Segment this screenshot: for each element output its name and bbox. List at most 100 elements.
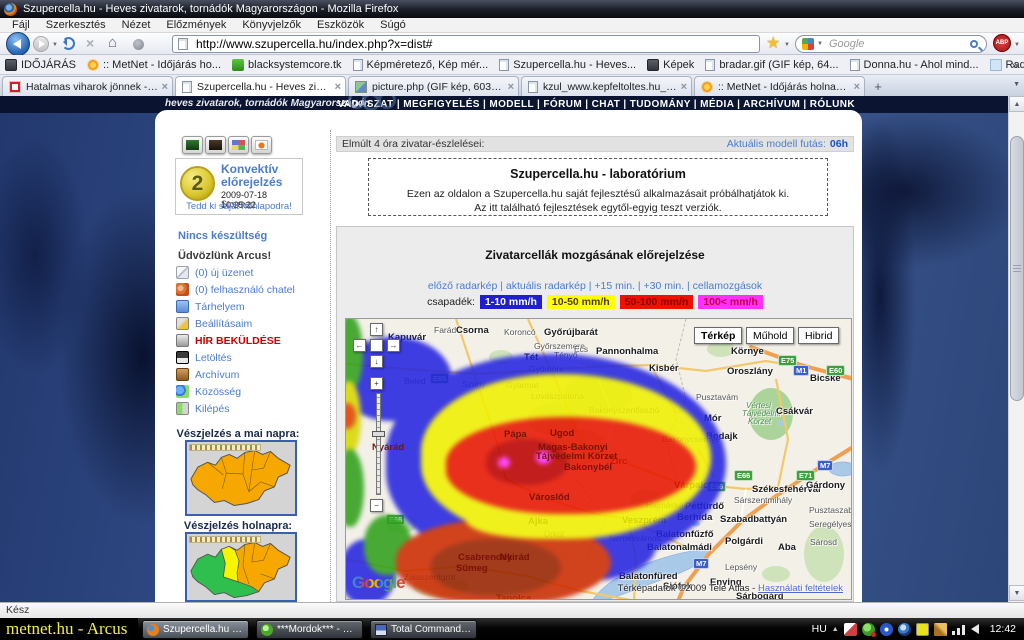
- sidebar-menu-item[interactable]: Tárhelyem: [176, 298, 321, 315]
- radar-links[interactable]: előző radarkép | aktuális radarkép | +15…: [336, 280, 854, 292]
- tray-updater-icon[interactable]: [916, 623, 929, 636]
- warning-map-tomorrow[interactable]: [185, 532, 297, 602]
- recent-storms-label[interactable]: Elmúlt 4 óra zivatar-észlelései:: [342, 138, 484, 150]
- bookmarks-overflow-icon[interactable]: »: [1011, 58, 1018, 72]
- bookmark-star-icon[interactable]: ★: [766, 33, 780, 53]
- url-text[interactable]: http://www.szupercella.hu/index.php?x=di…: [196, 37, 432, 51]
- taskbar-window-button[interactable]: ***Mordok*** - Ciklo...: [256, 620, 363, 639]
- browser-tab[interactable]: picture.php (GIF kép, 603x512 képp... ×: [348, 76, 519, 96]
- tray-brush-icon[interactable]: [934, 623, 947, 636]
- bookmark-item[interactable]: Képméretező, Kép mér...: [353, 59, 489, 71]
- pan-center-button[interactable]: [370, 339, 383, 352]
- forward-button[interactable]: [33, 36, 49, 52]
- sidebar-menu-item[interactable]: Közösség: [176, 383, 321, 400]
- sidebar-theme-button-1[interactable]: [182, 136, 203, 154]
- bookmark-item[interactable]: :: MetNet - Időjárás ho...: [87, 59, 221, 71]
- taskbar-window-button[interactable]: Szupercella.hu - Hev...: [142, 620, 249, 639]
- tab-close-icon[interactable]: ×: [854, 81, 860, 93]
- home-icon[interactable]: ⌂: [108, 34, 117, 51]
- tab-close-icon[interactable]: ×: [162, 81, 168, 93]
- sidebar-menu-item[interactable]: Archívum: [176, 366, 321, 383]
- zoom-slider-thumb[interactable]: [372, 431, 385, 437]
- adblock-icon[interactable]: ABP: [993, 34, 1011, 52]
- menu-item[interactable]: Eszközök: [309, 19, 372, 31]
- tray-shield-icon[interactable]: [898, 623, 911, 636]
- bookmark-item[interactable]: Képek: [647, 59, 694, 71]
- tab-close-icon[interactable]: ×: [681, 81, 687, 93]
- pan-down-button[interactable]: ↓: [370, 355, 383, 368]
- warning-map-today[interactable]: [185, 440, 297, 516]
- adblock-dropdown-icon[interactable]: ▼: [1014, 42, 1020, 48]
- list-all-tabs-icon[interactable]: ▼: [1013, 81, 1020, 88]
- menu-item[interactable]: Könyvjelzők: [234, 19, 309, 31]
- menu-item[interactable]: Nézet: [114, 19, 159, 31]
- taskbar-window-button[interactable]: Total Commander 7....: [370, 620, 477, 639]
- bookmark-dropdown-icon[interactable]: ▼: [784, 42, 790, 48]
- zoom-out-button[interactable]: −: [370, 499, 383, 512]
- tray-c-icon[interactable]: [880, 623, 893, 636]
- radar-map[interactable]: FarádCsornaKapuvárKoroncóGyőrújbarátGyőr…: [345, 318, 852, 600]
- zoom-in-button[interactable]: +: [370, 377, 383, 390]
- toolbar-extra-icon[interactable]: [133, 39, 144, 50]
- search-engine-dropdown-icon[interactable]: ▼: [817, 41, 823, 47]
- sidebar-menu-item[interactable]: Kilépés: [176, 400, 321, 417]
- menu-item[interactable]: Súgó: [372, 19, 414, 31]
- messenger-status-icon[interactable]: [862, 623, 875, 636]
- scrollbar-thumb[interactable]: [1010, 136, 1024, 401]
- pan-left-button[interactable]: ←: [353, 339, 366, 352]
- menu-item[interactable]: Fájl: [4, 19, 38, 31]
- scroll-up-icon[interactable]: ▲: [1009, 96, 1024, 112]
- sidebar-theme-button-2[interactable]: [205, 136, 226, 154]
- menu-item[interactable]: Szerkesztés: [38, 19, 114, 31]
- stop-icon[interactable]: ×: [86, 35, 94, 51]
- model-run-value[interactable]: 06h: [830, 138, 848, 150]
- map-type-button[interactable]: Hibrid: [798, 327, 839, 344]
- browser-tab[interactable]: Hatalmas viharok jönnek - FN.hu ×: [2, 76, 173, 96]
- browser-tab[interactable]: kzul_www.kepfeltoltes.hu_.jpg (JPE... ×: [521, 76, 692, 96]
- new-tab-button[interactable]: +: [867, 78, 889, 96]
- forecast-title-link[interactable]: Konvektív előrejelzés: [221, 163, 301, 189]
- bookmark-item[interactable]: Szupercella.hu - Heves...: [499, 59, 636, 71]
- tray-app-icon[interactable]: [844, 623, 857, 636]
- sidebar-theme-button-3[interactable]: [228, 136, 249, 154]
- search-input[interactable]: ▼ Google: [795, 35, 987, 53]
- search-icon[interactable]: [970, 40, 978, 48]
- tab-close-icon[interactable]: ×: [508, 81, 514, 93]
- scroll-down-icon[interactable]: ▼: [1009, 585, 1024, 601]
- map-type-button[interactable]: Térkép: [694, 327, 742, 344]
- sidebar-menu-item[interactable]: (0) új üzenet: [176, 264, 321, 281]
- clock[interactable]: 12:42: [990, 623, 1016, 635]
- sidebar-menu-item[interactable]: Beállításaim: [176, 315, 321, 332]
- map-type-button[interactable]: Műhold: [746, 327, 794, 344]
- pan-right-button[interactable]: →: [387, 339, 400, 352]
- forecast-cta-link[interactable]: Tedd ki saját honlapodra!: [176, 201, 302, 212]
- sidebar-menu-item[interactable]: Letöltés: [176, 349, 321, 366]
- sidebar-theme-button-4[interactable]: [251, 136, 272, 154]
- bookmark-item[interactable]: Radarové informácie: [990, 59, 1024, 71]
- tab-close-icon[interactable]: ×: [335, 81, 341, 93]
- network-signal-icon[interactable]: [952, 624, 966, 635]
- bookmark-item[interactable]: IDŐJÁRÁS: [5, 59, 76, 71]
- bookmark-item[interactable]: bradar.gif (GIF kép, 64...: [705, 59, 838, 71]
- bookmark-item[interactable]: Donna.hu - Ahol mind...: [850, 59, 979, 71]
- history-dropdown-icon[interactable]: ▼: [52, 42, 58, 48]
- sidebar-menu-icon: [176, 385, 189, 398]
- reload-icon[interactable]: [62, 37, 75, 50]
- menu-item[interactable]: Előzmények: [158, 19, 234, 31]
- url-bar[interactable]: http://www.szupercella.hu/index.php?x=di…: [172, 35, 760, 53]
- zoom-slider-track[interactable]: [376, 393, 381, 495]
- tray-expand-icon[interactable]: ▲: [832, 626, 839, 633]
- pan-up-button[interactable]: ↑: [370, 323, 383, 336]
- model-run-label[interactable]: Aktuális modell futás:: [727, 138, 826, 150]
- volume-icon[interactable]: [971, 624, 979, 634]
- bookmark-item[interactable]: blacksystemcore.tk: [232, 59, 342, 71]
- sidebar-menu-item[interactable]: (0) felhasználó chatel: [176, 281, 321, 298]
- browser-tab[interactable]: Szupercella.hu - Heves zivatarok, ... ×: [175, 76, 346, 96]
- sidebar-menu-item[interactable]: HÍR BEKÜLDÉSE: [176, 332, 321, 349]
- terms-link[interactable]: Használati feltételek: [758, 583, 843, 594]
- language-indicator[interactable]: HU: [812, 623, 827, 635]
- page-scrollbar[interactable]: ▲ ▼: [1008, 96, 1024, 602]
- alert-status-link[interactable]: Nincs készültség: [178, 230, 267, 242]
- browser-tab[interactable]: :: MetNet - Időjárás holnap estig :: ×: [694, 76, 865, 96]
- back-button[interactable]: [6, 32, 30, 56]
